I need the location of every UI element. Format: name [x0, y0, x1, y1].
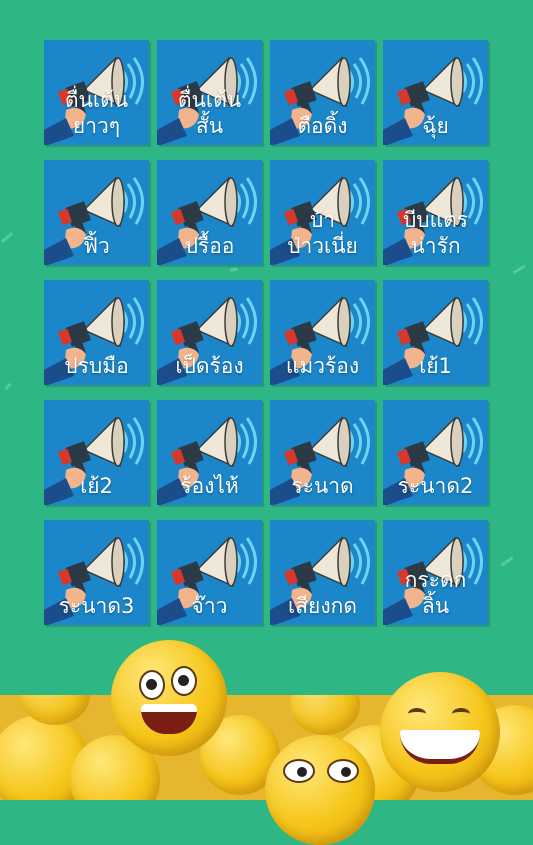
confetti-dash — [0, 231, 14, 244]
sound-button[interactable]: ฉุ้ย — [383, 40, 488, 145]
confetti-dash — [500, 556, 514, 567]
sound-button[interactable]: จ๊าว — [157, 520, 262, 625]
sound-button-grid: ตื่นเต้น ยาวๆ ตื่นเต้น สั้น ตือดิ้ง ฉุ้ย… — [44, 40, 488, 625]
sound-button[interactable]: แมวร้อง — [270, 280, 375, 385]
sound-button-label: จ๊าว — [191, 593, 228, 618]
sound-button[interactable]: เย้1 — [383, 280, 488, 385]
sound-button[interactable]: กระดก ลิ้น — [383, 520, 488, 625]
sound-button[interactable]: ปรื้ออ — [157, 160, 262, 265]
sound-button[interactable]: ร้องไห้ — [157, 400, 262, 505]
sound-button[interactable]: เป็ดร้อง — [157, 280, 262, 385]
sound-button-label: เสียงกด — [288, 593, 357, 618]
laughing-smiley-face — [111, 640, 227, 756]
sound-button[interactable]: เย้2 — [44, 400, 149, 505]
sound-button-label: ระนาด3 — [58, 593, 135, 618]
sound-button-label: แมวร้อง — [285, 353, 360, 378]
sound-button-label: เย้1 — [419, 353, 452, 378]
sound-button-label: ระนาด — [291, 473, 354, 498]
sound-button[interactable]: ฟิ้ว — [44, 160, 149, 265]
sound-button[interactable]: ระนาด — [270, 400, 375, 505]
sound-button-label: บ้า ป่าวเนี่ย — [287, 207, 358, 258]
sound-button[interactable]: บีบแตร น่ารัก — [383, 160, 488, 265]
sound-button-label: บีบแตร น่ารัก — [402, 207, 469, 258]
sound-button-label: ระนาด2 — [397, 473, 474, 498]
smiley-face — [290, 695, 360, 735]
sound-button[interactable]: ตือดิ้ง — [270, 40, 375, 145]
grinning-smiley-face — [380, 672, 500, 792]
smirking-smiley-face — [265, 735, 375, 845]
sound-button-label: ฟิ้ว — [83, 233, 110, 258]
sound-button-label: ตือดิ้ง — [297, 113, 348, 138]
confetti-dash — [4, 382, 12, 391]
sound-button[interactable]: ระนาด2 — [383, 400, 488, 505]
sound-button[interactable]: เสียงกด — [270, 520, 375, 625]
sound-button-label: ปรื้ออ — [184, 233, 235, 258]
sound-button-label: เย้2 — [80, 473, 113, 498]
sound-button-label: ฉุ้ย — [422, 113, 449, 138]
sound-button[interactable]: ปรบมือ — [44, 280, 149, 385]
sound-button[interactable]: ตื่นเต้น สั้น — [157, 40, 262, 145]
sound-button-label: ตื่นเต้น สั้น — [177, 87, 242, 138]
sound-button[interactable]: บ้า ป่าวเนี่ย — [270, 160, 375, 265]
confetti-dash — [512, 264, 526, 275]
sound-button[interactable]: ระนาด3 — [44, 520, 149, 625]
sound-button-label: กระดก ลิ้น — [404, 567, 467, 618]
sound-button-label: ปรบมือ — [64, 353, 129, 378]
sound-button-label: ตื่นเต้น ยาวๆ — [64, 87, 129, 138]
sound-button-label: เป็ดร้อง — [175, 353, 244, 378]
sound-button[interactable]: ตื่นเต้น ยาวๆ — [44, 40, 149, 145]
sound-button-label: ร้องไห้ — [180, 473, 239, 498]
